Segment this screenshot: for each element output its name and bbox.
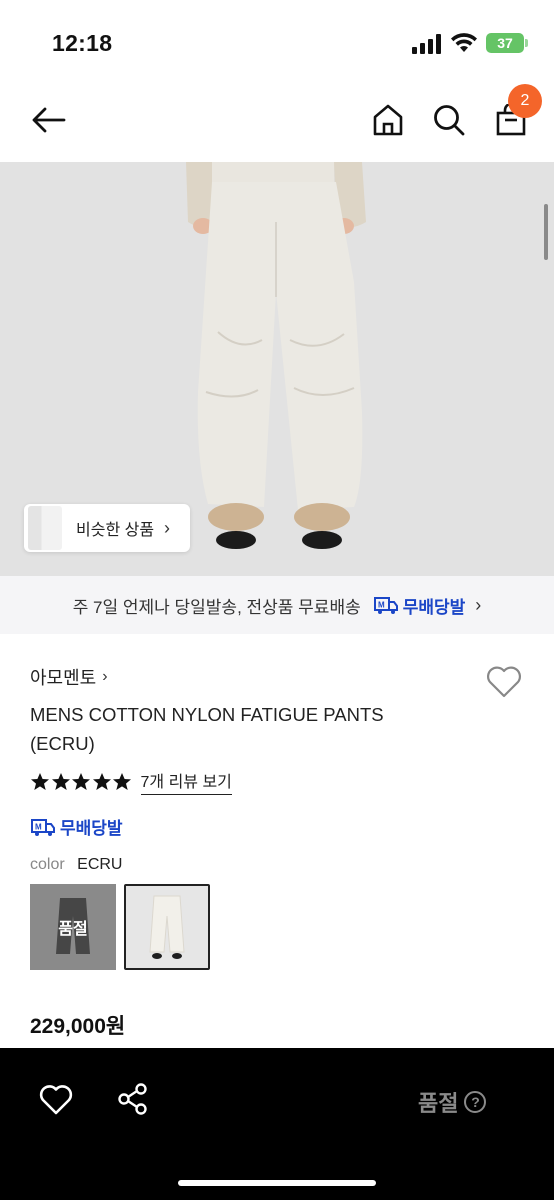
brand-name: 아모멘토: [30, 668, 97, 688]
star-icon: [31, 772, 49, 790]
battery-cap: [525, 39, 528, 47]
delivery-truck-icon: M: [373, 597, 398, 614]
free-shipping-logo: M 무배당발: [373, 593, 466, 618]
help-icon[interactable]: ?: [464, 1091, 487, 1113]
heart-icon: [39, 1085, 73, 1115]
product-price: 229,000원: [30, 1015, 126, 1038]
soldout-label: 품절: [418, 1091, 459, 1116]
chevron-right-icon: ›: [475, 594, 482, 615]
wifi-icon: [451, 33, 477, 52]
share-button[interactable]: [116, 1082, 150, 1116]
soldout-overlay: 품절: [30, 884, 116, 970]
battery-indicator: 37: [486, 33, 524, 53]
color-label: color: [30, 856, 65, 873]
product-title: MENS COTTON NYLON FATIGUE PANTS (ECRU): [30, 704, 384, 754]
star-icon: [72, 772, 90, 790]
free-shipping-badge: M 무배당발: [30, 814, 123, 839]
free-shipping-badge-text: 무배당발: [60, 819, 123, 838]
svg-text:M: M: [35, 822, 42, 831]
star-icon: [113, 772, 131, 790]
home-icon: [373, 104, 403, 136]
search-icon: [434, 105, 465, 136]
brand-link[interactable]: 아모멘토 ›: [30, 664, 108, 690]
chevron-right-icon: ›: [164, 517, 171, 538]
home-button[interactable]: [366, 98, 410, 142]
color-value: ECRU: [77, 856, 123, 873]
review-link[interactable]: 7개 리뷰 보기: [140, 768, 232, 795]
shipping-banner-text: 주 7일 언제나 당일발송, 전상품 무료배송: [72, 597, 361, 617]
share-icon: [118, 1083, 147, 1115]
similar-products-button[interactable]: 비슷한 상품 ›: [24, 504, 190, 552]
arrow-left-icon: [32, 107, 66, 133]
svg-text:M: M: [378, 601, 385, 610]
delivery-truck-icon: M: [31, 818, 55, 836]
free-shipping-logo-text: 무배당발: [402, 597, 466, 617]
chevron-right-icon: ›: [102, 668, 108, 685]
product-image[interactable]: 비슷한 상품 ›: [0, 162, 554, 576]
battery-level: 37: [497, 35, 513, 51]
search-button[interactable]: [427, 98, 471, 142]
back-button[interactable]: [26, 98, 70, 142]
heart-outline-icon: [487, 666, 521, 698]
similar-products-thumbnail: [28, 506, 62, 550]
rating-stars: [30, 772, 133, 792]
status-bar: 12:18 37: [0, 0, 554, 80]
similar-products-label: 비슷한 상품: [76, 522, 155, 539]
bottom-action-bar: 품절 ?: [0, 1048, 554, 1200]
swatch-ecru-photo: [126, 886, 208, 968]
star-icon: [92, 772, 111, 790]
nav-bar: [0, 80, 554, 162]
bottom-wishlist-button[interactable]: [38, 1082, 74, 1118]
color-swatch-ecru[interactable]: [124, 884, 210, 970]
status-time: 12:18: [52, 30, 113, 56]
soldout-status: 품절 ?: [418, 1086, 487, 1118]
home-indicator: [178, 1180, 376, 1186]
star-icon: [51, 772, 70, 790]
rating-row: 7개 리뷰 보기: [30, 768, 232, 795]
image-scroll-indicator: [544, 204, 548, 260]
wishlist-button[interactable]: [484, 662, 524, 702]
cellular-signal-icon: [412, 34, 441, 54]
shipping-banner[interactable]: 주 7일 언제나 당일발송, 전상품 무료배송 M 무배당발 ›: [0, 576, 554, 634]
color-row: color ECRU: [30, 856, 122, 874]
color-swatch-black[interactable]: 품절: [30, 884, 116, 970]
cart-count-badge: 2: [508, 84, 542, 118]
